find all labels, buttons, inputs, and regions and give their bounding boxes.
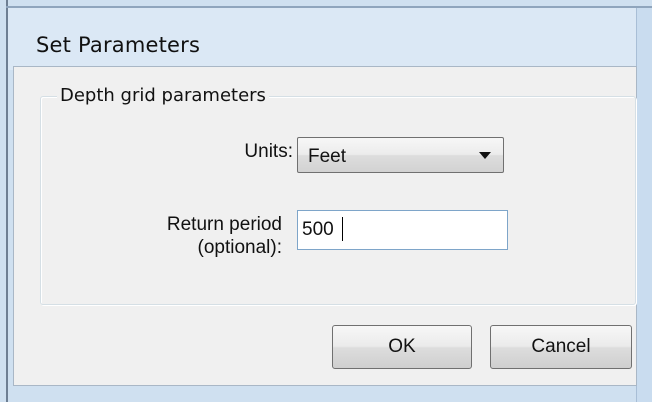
dialog-title: Set Parameters <box>36 33 201 57</box>
dialog-client-area: Depth grid parameters Units: Feet Return… <box>13 66 637 386</box>
return-period-label-line1: Return period <box>166 214 282 235</box>
text-caret <box>342 217 343 241</box>
set-parameters-dialog: Set Parameters Depth grid parameters Uni… <box>0 0 652 402</box>
groupbox-label: Depth grid parameters <box>57 85 269 106</box>
depth-grid-groupbox <box>40 96 636 305</box>
window-frame-right <box>636 8 652 402</box>
return-period-input[interactable] <box>297 210 508 250</box>
window-frame-bottom <box>8 386 636 402</box>
dropdown-arrow-icon <box>479 152 491 159</box>
cancel-button[interactable]: Cancel <box>490 325 632 369</box>
ok-button[interactable]: OK <box>332 325 472 369</box>
units-selected-value: Feet <box>308 146 347 167</box>
units-label: Units: <box>244 141 293 162</box>
title-bar[interactable]: Set Parameters <box>8 8 636 70</box>
units-dropdown[interactable]: Feet <box>297 137 504 173</box>
return-period-label: Return period (optional): <box>167 213 282 259</box>
return-period-label-line2: (optional): <box>197 237 283 258</box>
